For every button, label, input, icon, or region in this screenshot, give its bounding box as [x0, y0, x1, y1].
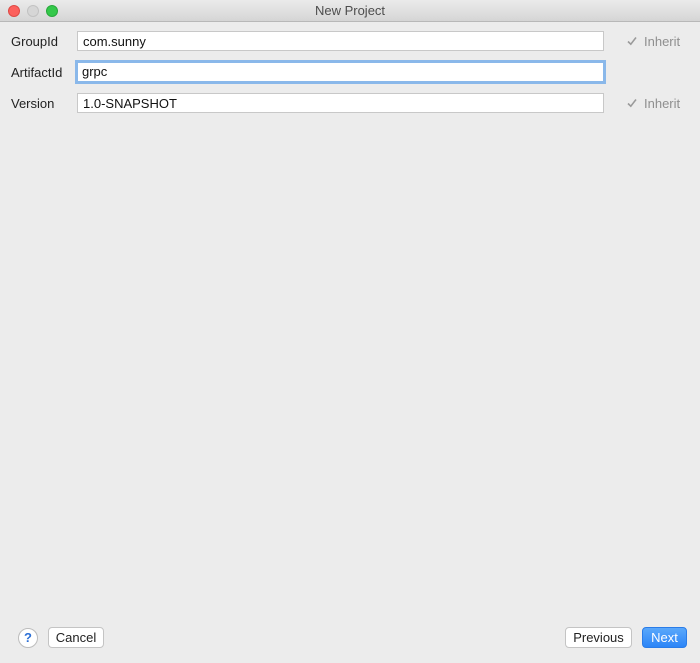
title-bar[interactable]: New Project: [0, 0, 700, 22]
new-project-window: New Project GroupId com.sunny Inherit Ar…: [0, 0, 700, 663]
checkmark-icon: [627, 37, 637, 46]
groupid-inherit-label: Inherit: [644, 34, 681, 49]
help-button[interactable]: ?: [18, 628, 38, 648]
groupid-inherit-checkbox[interactable]: Inherit: [626, 34, 680, 49]
version-inherit-checkbox[interactable]: Inherit: [626, 96, 680, 111]
version-label: Version: [11, 96, 55, 111]
cancel-button[interactable]: Cancel: [48, 627, 104, 648]
checkmark-icon: [627, 99, 637, 108]
previous-button[interactable]: Previous: [565, 627, 632, 648]
groupid-label: GroupId: [11, 34, 58, 49]
next-button[interactable]: Next: [642, 627, 687, 648]
groupid-field[interactable]: com.sunny: [77, 31, 604, 51]
artifactid-field[interactable]: grpc: [75, 60, 606, 84]
artifactid-label: ArtifactId: [11, 65, 63, 80]
version-inherit-label: Inherit: [644, 96, 681, 111]
window-title: New Project: [314, 3, 386, 18]
version-field[interactable]: 1.0-SNAPSHOT: [77, 93, 604, 113]
